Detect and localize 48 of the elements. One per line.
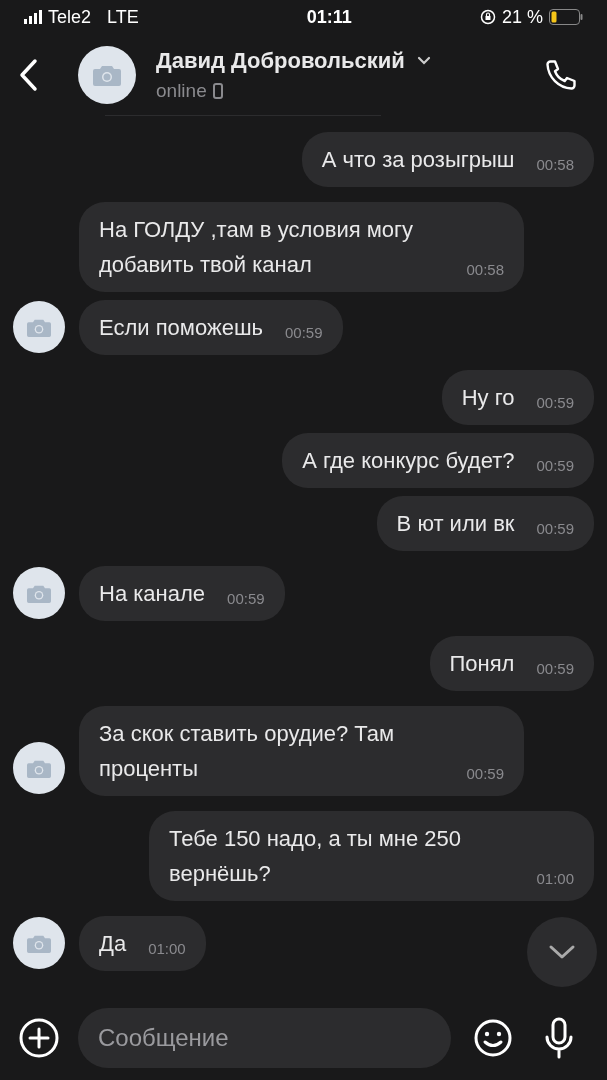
sender-avatar[interactable]	[13, 742, 65, 794]
phone-device-icon	[212, 83, 223, 99]
message-time: 00:59	[285, 322, 323, 343]
message-text: Тебе 150 надо, а ты мне 250 вернёшь?	[169, 825, 463, 888]
camera-icon	[27, 758, 51, 778]
emoji-button[interactable]	[473, 1018, 513, 1058]
message-text: В ют или вк	[396, 510, 515, 538]
message-text: На канале	[99, 580, 206, 608]
message-input[interactable]: Сообщение	[78, 1008, 451, 1068]
message-time: 00:59	[227, 588, 265, 609]
sender-avatar[interactable]	[13, 917, 65, 969]
message-time: 00:59	[536, 658, 574, 679]
battery-icon	[549, 9, 583, 25]
camera-icon	[93, 63, 121, 86]
camera-icon	[27, 317, 51, 337]
message-time: 00:58	[466, 259, 504, 280]
network-type: LTE	[107, 5, 139, 29]
online-status: online	[156, 78, 207, 103]
message-time: 00:58	[536, 154, 574, 175]
message-text: Понял	[449, 650, 515, 678]
sender-avatar[interactable]	[13, 301, 65, 353]
message-time: 00:59	[536, 455, 574, 476]
message-text: Если поможешь	[99, 314, 263, 342]
message-text: За скок ставить орудие? Там проценты	[99, 720, 396, 783]
clock: 01:11	[306, 5, 352, 29]
sender-avatar[interactable]	[13, 567, 65, 619]
camera-icon	[27, 583, 51, 603]
microphone-button[interactable]	[543, 1017, 575, 1059]
signal-icon	[24, 10, 42, 24]
chevron-down-icon	[548, 944, 576, 960]
chevron-down-icon[interactable]	[416, 55, 431, 65]
message-text: Ну го	[461, 384, 515, 412]
carrier-name: Tele2	[48, 5, 92, 29]
message-time: 00:59	[536, 518, 574, 539]
rotation-lock-icon	[479, 9, 496, 25]
message-time: 01:00	[148, 938, 186, 959]
message-time: 01:00	[536, 868, 574, 889]
message-text: На ГОЛДУ ,там в условия могу добавить твой канал	[99, 216, 415, 279]
contact-name[interactable]: Давид Добровольский	[156, 43, 405, 77]
battery-percent: 21 %	[501, 5, 543, 29]
camera-icon	[27, 933, 51, 953]
avatar[interactable]	[78, 45, 136, 104]
message-time: 00:59	[536, 392, 574, 413]
message-text: А где конкурс будет?	[302, 447, 515, 475]
message-text: Да	[99, 930, 127, 958]
message-text: А что за розыгрыш	[321, 146, 515, 174]
message-time: 00:59	[466, 763, 504, 784]
attach-button[interactable]	[18, 1017, 60, 1059]
